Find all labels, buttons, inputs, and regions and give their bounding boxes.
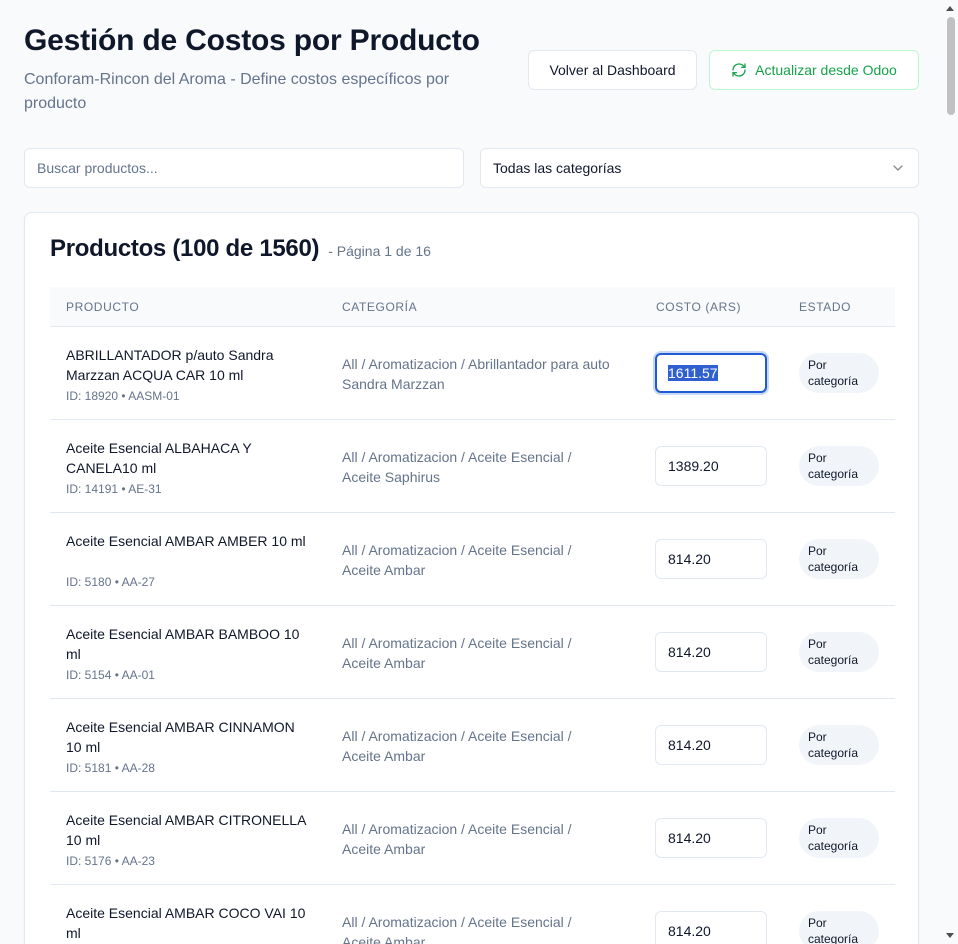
cost-input[interactable] (655, 725, 767, 765)
refresh-icon (732, 63, 746, 77)
product-category: All / Aromatizacion / Aceite Esencial / … (342, 448, 572, 485)
product-meta: ID: 5154 • AA-01 (66, 668, 155, 682)
category-select-value: Todas las categorías (493, 160, 622, 176)
cost-input[interactable] (655, 818, 767, 858)
column-header-product: PRODUCTO (66, 300, 140, 314)
column-header-cost: COSTO (ARS) (656, 300, 742, 314)
table-row: Aceite Esencial AMBAR CINNAMON 10 ml ID:… (50, 699, 895, 792)
product-meta: ID: 5180 • AA-27 (66, 575, 155, 589)
page-header: Gestión de Costos por Producto Conforam-… (24, 0, 919, 148)
product-category: All / Aromatizacion / Aceite Esencial / … (342, 541, 572, 578)
products-card-header: Productos (100 de 1560) - Página 1 de 16 (50, 235, 431, 263)
status-badge: Por categoría (799, 911, 879, 944)
scroll-down-arrow-icon[interactable] (946, 933, 954, 938)
category-select[interactable]: Todas las categorías (480, 148, 919, 188)
status-badge: Por categoría (799, 446, 879, 486)
product-name: Aceite Esencial AMBAR COCO VAI 10 ml (66, 905, 306, 941)
product-name: Aceite Esencial AMBAR AMBER 10 ml (66, 533, 306, 549)
cost-input[interactable] (655, 446, 767, 486)
product-category: All / Aromatizacion / Abrillantador para… (342, 355, 610, 392)
status-badge: Por categoría (799, 725, 879, 765)
table-row: Aceite Esencial ALBAHACA Y CANELA10 ml I… (50, 420, 895, 513)
table-row: Aceite Esencial AMBAR COCO VAI 10 ml All… (50, 885, 895, 944)
table-row: ABRILLANTADOR p/auto Sandra Marzzan ACQU… (50, 327, 895, 420)
status-badge: Por categoría (799, 632, 879, 672)
product-name: Aceite Esencial ALBAHACA Y CANELA10 ml (66, 440, 252, 476)
page: Gestión de Costos por Producto Conforam-… (24, 0, 919, 944)
product-category: All / Aromatizacion / Aceite Esencial / … (342, 913, 572, 944)
refresh-button-label: Actualizar desde Odoo (755, 62, 897, 78)
page-scrollbar[interactable] (943, 0, 958, 944)
scroll-up-arrow-icon[interactable] (946, 6, 954, 11)
page-title: Gestión de Costos por Producto (24, 24, 480, 57)
status-badge: Por categoría (799, 539, 879, 579)
product-name: ABRILLANTADOR p/auto Sandra Marzzan ACQU… (66, 347, 274, 383)
chevron-down-icon (893, 165, 903, 171)
product-category: All / Aromatizacion / Aceite Esencial / … (342, 727, 572, 764)
column-header-category: CATEGORÍA (342, 300, 418, 314)
column-header-status: ESTADO (799, 300, 852, 314)
product-meta: ID: 5181 • AA-28 (66, 761, 155, 775)
refresh-from-odoo-button[interactable]: Actualizar desde Odoo (709, 50, 919, 90)
table-row: Aceite Esencial AMBAR CITRONELLA 10 ml I… (50, 792, 895, 885)
product-meta: ID: 5176 • AA-23 (66, 854, 155, 868)
product-name: Aceite Esencial AMBAR CINNAMON 10 ml (66, 719, 295, 755)
products-card-title: Productos (100 de 1560) (50, 235, 320, 262)
product-search-input[interactable] (24, 148, 464, 188)
scrollbar-thumb[interactable] (947, 17, 955, 115)
product-meta: ID: 14191 • AE-31 (66, 482, 162, 496)
cost-input[interactable] (655, 632, 767, 672)
table-header: PRODUCTO CATEGORÍA COSTO (ARS) ESTADO (50, 287, 895, 327)
status-badge: Por categoría (799, 353, 879, 393)
product-name: Aceite Esencial AMBAR CITRONELLA 10 ml (66, 812, 306, 848)
pagination-info: - Página 1 de 16 (328, 243, 431, 259)
status-badge: Por categoría (799, 818, 879, 858)
cost-input[interactable] (655, 353, 767, 393)
products-card: Productos (100 de 1560) - Página 1 de 16… (24, 212, 919, 944)
table-row: Aceite Esencial AMBAR AMBER 10 ml ID: 51… (50, 513, 895, 606)
table-row: Aceite Esencial AMBAR BAMBOO 10 ml ID: 5… (50, 606, 895, 699)
product-category: All / Aromatizacion / Aceite Esencial / … (342, 634, 572, 671)
product-name: Aceite Esencial AMBAR BAMBOO 10 ml (66, 626, 300, 662)
cost-input[interactable] (655, 539, 767, 579)
cost-input[interactable] (655, 911, 767, 944)
page-subtitle: Conforam-Rincon del Aroma - Define costo… (24, 71, 450, 112)
back-to-dashboard-button[interactable]: Volver al Dashboard (528, 50, 697, 90)
products-table: PRODUCTO CATEGORÍA COSTO (ARS) ESTADO AB… (50, 287, 895, 944)
product-meta: ID: 18920 • AASM-01 (66, 389, 180, 403)
product-category: All / Aromatizacion / Aceite Esencial / … (342, 820, 572, 857)
